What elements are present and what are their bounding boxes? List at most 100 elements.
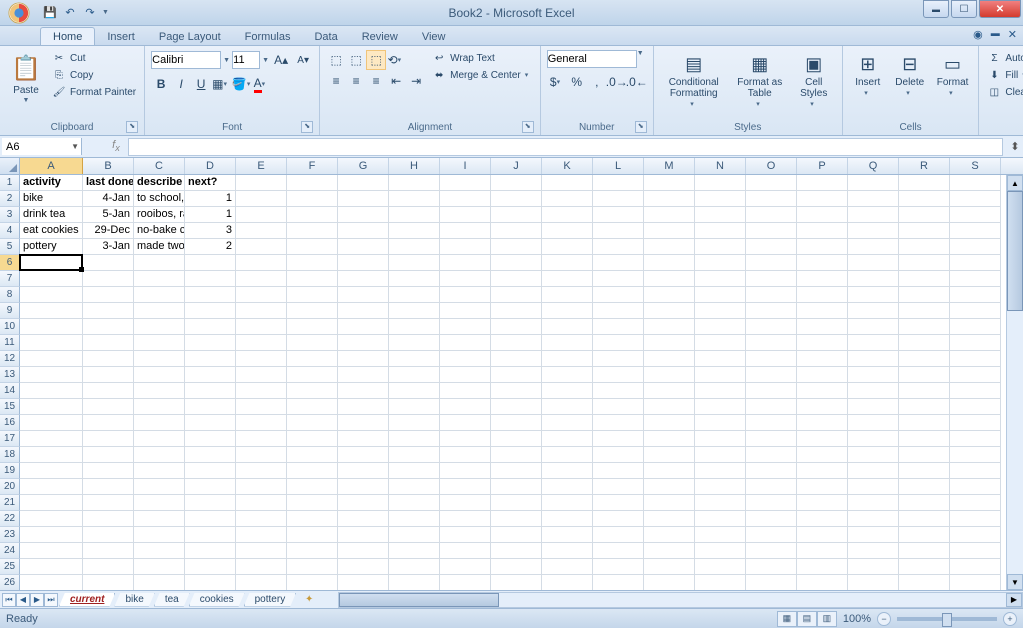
cell[interactable] xyxy=(695,335,746,351)
cell[interactable] xyxy=(287,287,338,303)
cell[interactable] xyxy=(593,399,644,415)
first-sheet-icon[interactable]: ⏮ xyxy=(2,593,16,607)
column-header[interactable]: H xyxy=(389,158,440,174)
cell[interactable] xyxy=(848,527,899,543)
cell[interactable] xyxy=(695,191,746,207)
cell[interactable] xyxy=(338,431,389,447)
cell[interactable] xyxy=(440,511,491,527)
cell[interactable] xyxy=(491,303,542,319)
row-header[interactable]: 17 xyxy=(0,431,20,447)
cell[interactable] xyxy=(338,223,389,239)
cell[interactable] xyxy=(236,575,287,590)
cell[interactable] xyxy=(797,575,848,590)
cell[interactable] xyxy=(134,463,185,479)
cell[interactable] xyxy=(338,207,389,223)
row-header[interactable]: 6 xyxy=(0,255,20,271)
cell[interactable] xyxy=(236,543,287,559)
cell[interactable] xyxy=(695,543,746,559)
tab-data[interactable]: Data xyxy=(302,28,349,45)
cell[interactable] xyxy=(848,415,899,431)
cell[interactable] xyxy=(848,367,899,383)
cell[interactable] xyxy=(848,559,899,575)
cell[interactable] xyxy=(695,511,746,527)
cell[interactable] xyxy=(848,351,899,367)
cell[interactable] xyxy=(695,303,746,319)
chevron-down-icon[interactable]: ▼ xyxy=(223,57,230,64)
cell[interactable] xyxy=(389,399,440,415)
cell[interactable] xyxy=(491,431,542,447)
cell[interactable]: next? xyxy=(185,175,236,191)
cell[interactable] xyxy=(746,287,797,303)
insert-cells-button[interactable]: ⊞Insert▾ xyxy=(849,50,887,99)
cell[interactable] xyxy=(236,447,287,463)
cell[interactable] xyxy=(389,559,440,575)
cell[interactable] xyxy=(848,271,899,287)
row-header[interactable]: 12 xyxy=(0,351,20,367)
row-header[interactable]: 1 xyxy=(0,175,20,191)
new-sheet-icon[interactable]: ✦ xyxy=(300,593,318,607)
cell[interactable] xyxy=(134,287,185,303)
cell[interactable] xyxy=(848,319,899,335)
redo-icon[interactable]: ↷ xyxy=(82,5,98,21)
cell[interactable] xyxy=(797,527,848,543)
cell[interactable] xyxy=(20,511,83,527)
tab-review[interactable]: Review xyxy=(350,28,410,45)
cell[interactable] xyxy=(287,271,338,287)
cell[interactable] xyxy=(899,415,950,431)
cell[interactable] xyxy=(695,559,746,575)
close-button[interactable] xyxy=(979,0,1021,18)
cell[interactable] xyxy=(899,543,950,559)
cell[interactable] xyxy=(83,303,134,319)
help-icon[interactable]: ◉ xyxy=(973,28,983,41)
cell[interactable] xyxy=(389,191,440,207)
cell[interactable] xyxy=(644,511,695,527)
cell[interactable] xyxy=(950,383,1001,399)
cell[interactable] xyxy=(83,575,134,590)
cell[interactable] xyxy=(185,415,236,431)
cell[interactable] xyxy=(440,207,491,223)
cell[interactable] xyxy=(338,527,389,543)
cell[interactable] xyxy=(695,415,746,431)
cell[interactable] xyxy=(746,351,797,367)
cell[interactable] xyxy=(185,527,236,543)
cell[interactable] xyxy=(848,223,899,239)
cell[interactable] xyxy=(185,559,236,575)
cell[interactable] xyxy=(491,287,542,303)
cell[interactable] xyxy=(20,383,83,399)
cell[interactable] xyxy=(746,367,797,383)
page-break-view-icon[interactable]: ▥ xyxy=(817,611,837,627)
cell[interactable] xyxy=(746,575,797,590)
cell[interactable] xyxy=(542,511,593,527)
horizontal-scrollbar[interactable]: ◀ ▶ xyxy=(338,592,1023,608)
row-header[interactable]: 13 xyxy=(0,367,20,383)
column-header[interactable]: C xyxy=(134,158,185,174)
cell[interactable] xyxy=(542,495,593,511)
cell[interactable] xyxy=(134,431,185,447)
cell[interactable] xyxy=(746,495,797,511)
minimize-button[interactable] xyxy=(923,0,949,18)
cell[interactable] xyxy=(491,175,542,191)
tab-insert[interactable]: Insert xyxy=(95,28,147,45)
cell[interactable] xyxy=(491,527,542,543)
row-header[interactable]: 23 xyxy=(0,527,20,543)
cell[interactable] xyxy=(899,479,950,495)
cell[interactable] xyxy=(20,543,83,559)
cell[interactable] xyxy=(593,415,644,431)
cell[interactable] xyxy=(20,287,83,303)
cell[interactable]: 1 xyxy=(185,191,236,207)
cell[interactable] xyxy=(236,207,287,223)
cell[interactable] xyxy=(695,223,746,239)
cell[interactable] xyxy=(542,255,593,271)
cell[interactable] xyxy=(440,415,491,431)
cell[interactable] xyxy=(899,287,950,303)
cell[interactable] xyxy=(950,255,1001,271)
chevron-down-icon[interactable]: ▼ xyxy=(71,142,79,151)
cell[interactable] xyxy=(644,479,695,495)
row-header[interactable]: 3 xyxy=(0,207,20,223)
cell[interactable] xyxy=(950,431,1001,447)
cell[interactable] xyxy=(695,351,746,367)
cell[interactable] xyxy=(491,351,542,367)
cell[interactable] xyxy=(236,255,287,271)
fill-color-button[interactable]: 🪣▾ xyxy=(231,74,251,94)
cell[interactable] xyxy=(287,303,338,319)
